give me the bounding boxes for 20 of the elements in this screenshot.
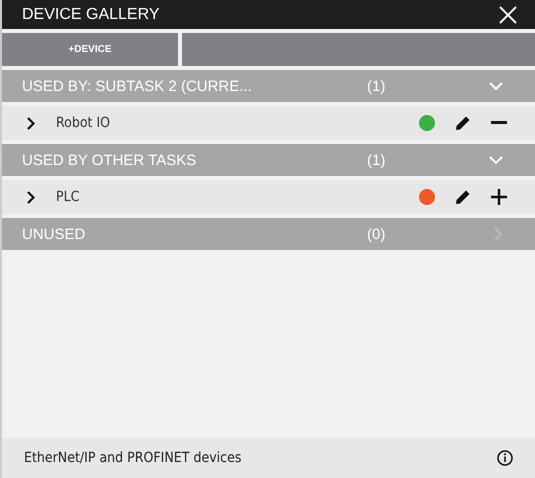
minus-icon[interactable]: [491, 121, 507, 125]
status-text: EtherNet/IP and PROFINET devices: [24, 450, 242, 466]
section-header[interactable]: USED BY: SUBTASK 2 (CURRE... (1): [2, 70, 535, 102]
chevron-down-icon: [489, 156, 503, 164]
section-header[interactable]: UNUSED (0): [2, 218, 535, 250]
close-icon[interactable]: [499, 6, 517, 24]
section-header[interactable]: USED BY OTHER TASKS (1): [2, 144, 535, 176]
device-row[interactable]: PLC: [2, 180, 535, 214]
plus-icon[interactable]: [491, 189, 507, 205]
info-icon[interactable]: [497, 450, 513, 466]
pencil-icon[interactable]: [455, 115, 471, 131]
window-title: DEVICE GALLERY: [22, 6, 160, 24]
chevron-right-icon[interactable]: [27, 190, 35, 204]
device-row[interactable]: Robot IO: [2, 106, 535, 140]
pencil-icon[interactable]: [455, 189, 471, 205]
chevron-down-icon: [489, 82, 503, 90]
device-name: Robot IO: [56, 115, 112, 131]
chevron-right-icon[interactable]: [27, 116, 35, 130]
add-device-button[interactable]: +DEVICE: [2, 33, 178, 66]
device-name: PLC: [56, 189, 80, 205]
